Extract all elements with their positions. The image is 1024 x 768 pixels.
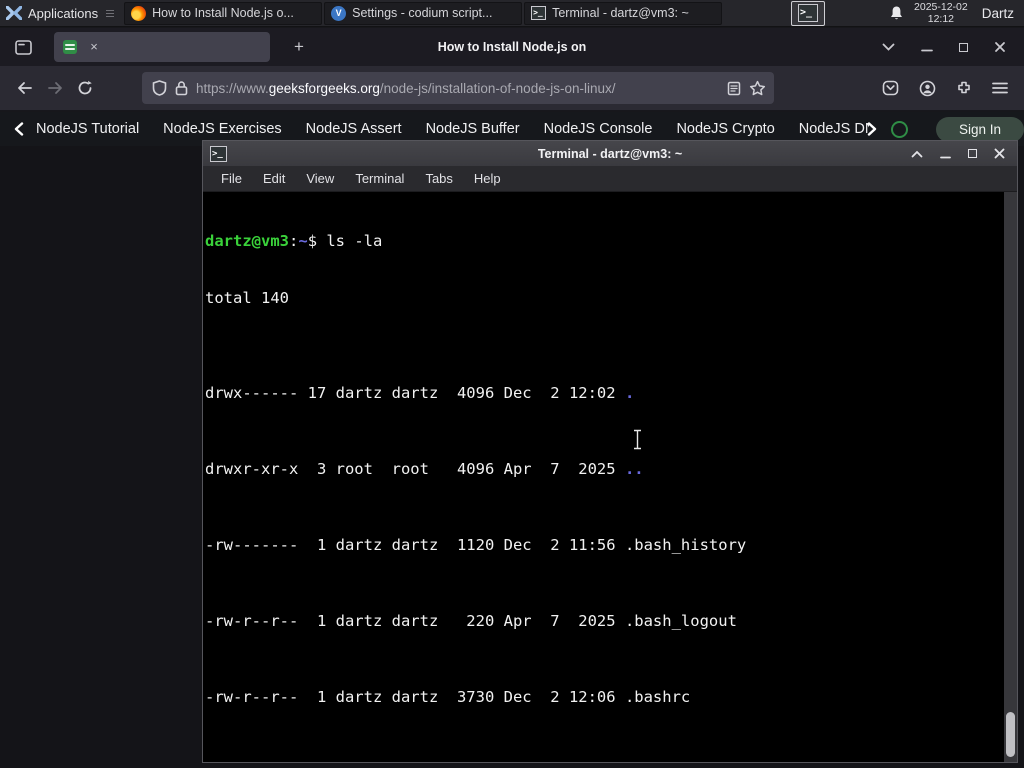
url-text[interactable]: https://www.geeksforgeeks.org/node-js/in…: [196, 81, 719, 96]
terminal-row: drwx------ 17 dartz dartz 4096 Dec 2 12:…: [205, 384, 635, 402]
tracking-shield-icon[interactable]: [152, 80, 167, 96]
site-nav-link[interactable]: NodeJS Crypto: [676, 121, 774, 137]
file-listing: drwx------ 17 dartz dartz 4096 Dec 2 12:…: [205, 346, 1017, 762]
bookmark-star-icon[interactable]: [749, 80, 766, 96]
terminal-window: >_ Terminal - dartz@vm3: ~ File Edit Vie…: [202, 140, 1018, 763]
terminal-title-bar[interactable]: >_ Terminal - dartz@vm3: ~: [203, 141, 1017, 166]
terminal-icon: >_: [798, 4, 819, 22]
mouse-ibeam-cursor: [634, 429, 641, 450]
total-line: total 140: [205, 289, 289, 307]
panel-clock[interactable]: 2025-12-02 12:12: [914, 1, 968, 25]
desktop: Applications How to Install Node.js o...…: [0, 0, 1024, 768]
maximize-window-icon[interactable]: [968, 149, 977, 158]
menu-tabs[interactable]: Tabs: [425, 171, 452, 186]
browser-tab-active[interactable]: How to Install Node.js on ×: [54, 32, 586, 62]
browser-tab-bar: How to Install Node.js on × +: [0, 28, 1024, 66]
terminal-row: -rw------- 1 dartz dartz 1120 Dec 2 11:5…: [205, 536, 747, 554]
terminal-row: drwxr-xr-x 3 root root 4096 Apr 7 2025 .…: [205, 460, 644, 478]
system-tray: 2025-12-02 12:12 Dartz: [889, 1, 1024, 25]
lock-icon[interactable]: [175, 80, 188, 96]
panel-username[interactable]: Dartz: [978, 6, 1014, 21]
tab-title: How to Install Node.js on: [437, 40, 587, 54]
reload-icon: [78, 80, 92, 95]
menu-grip-icon: [106, 9, 115, 17]
terminal-title: Terminal - dartz@vm3: ~: [537, 146, 683, 161]
hamburger-menu-icon[interactable]: [992, 82, 1008, 94]
save-to-pocket-icon[interactable]: [882, 80, 899, 96]
terminal-row: -rw-r--r-- 1 dartz dartz 220 Apr 7 2025 …: [205, 612, 737, 630]
account-icon[interactable]: [919, 80, 936, 97]
site-nav-link[interactable]: NodeJS Buffer: [426, 121, 520, 137]
browser-toolbar: https://www.geeksforgeeks.org/node-js/in…: [0, 66, 1024, 111]
taskbar-item-vscodium[interactable]: V Settings - codium script...: [324, 1, 523, 25]
prompt-line: dartz@vm3:~$ ls -la: [205, 232, 383, 250]
site-nav-link[interactable]: NodeJS Tutorial: [36, 121, 139, 137]
site-nav-links: NodeJS Tutorial NodeJS Exercises NodeJS As…: [36, 121, 869, 137]
menu-file[interactable]: File: [221, 171, 242, 186]
taskbar-item-firefox[interactable]: How to Install Node.js o...: [124, 1, 323, 25]
menu-help[interactable]: Help: [474, 171, 501, 186]
forward-button[interactable]: [40, 73, 70, 103]
terminal-row: -rw-r--r-- 1 dartz dartz 3730 Dec 2 12:0…: [205, 688, 691, 706]
minimize-window-icon[interactable]: [940, 149, 951, 159]
terminal-scrollbar[interactable]: [1004, 192, 1017, 762]
menu-view[interactable]: View: [306, 171, 334, 186]
clock-date: 2025-12-02: [914, 1, 968, 13]
vscodium-icon: V: [331, 5, 347, 21]
site-nav-link[interactable]: NodeJS Exercises: [163, 121, 281, 137]
sign-in-button[interactable]: Sign In: [936, 116, 1024, 142]
xfce-logo-icon: [6, 6, 22, 20]
site-nav-link[interactable]: NodeJS DNS: [799, 121, 869, 137]
site-nav-link[interactable]: NodeJS Console: [544, 121, 653, 137]
menu-edit[interactable]: Edit: [263, 171, 285, 186]
terminal-icon: >_: [531, 6, 547, 20]
search-icon[interactable]: [891, 120, 908, 138]
top-panel: Applications How to Install Node.js o...…: [0, 0, 1024, 27]
forward-arrow-icon: [48, 82, 62, 94]
terminal-menu-bar: File Edit View Terminal Tabs Help: [203, 166, 1017, 192]
nav-scroll-left-icon[interactable]: [14, 122, 24, 136]
notification-bell-icon[interactable]: [889, 5, 904, 21]
applications-menu[interactable]: Applications: [0, 0, 124, 27]
close-window-icon[interactable]: [994, 148, 1005, 159]
url-bar[interactable]: https://www.geeksforgeeks.org/node-js/in…: [142, 72, 774, 104]
scrollbar-thumb[interactable]: [1006, 712, 1015, 757]
shade-window-icon[interactable]: [911, 150, 923, 158]
terminal-output[interactable]: dartz@vm3:~$ ls -la total 140 drwx------…: [203, 192, 1017, 762]
nav-scroll-right-icon[interactable]: [867, 122, 877, 136]
panel-launcher-terminal[interactable]: >_: [791, 0, 826, 26]
extensions-icon[interactable]: [956, 80, 972, 96]
reload-button[interactable]: [70, 73, 100, 103]
back-button[interactable]: [10, 73, 40, 103]
site-nav-link[interactable]: NodeJS Assert: [306, 121, 402, 137]
clock-time: 12:12: [927, 13, 955, 25]
reader-mode-icon[interactable]: [727, 81, 741, 96]
taskbar-item-terminal[interactable]: >_ Terminal - dartz@vm3: ~: [524, 1, 723, 25]
menu-terminal[interactable]: Terminal: [355, 171, 404, 186]
back-arrow-icon: [18, 82, 32, 94]
applications-label: Applications: [28, 5, 99, 21]
firefox-icon: [131, 5, 147, 21]
